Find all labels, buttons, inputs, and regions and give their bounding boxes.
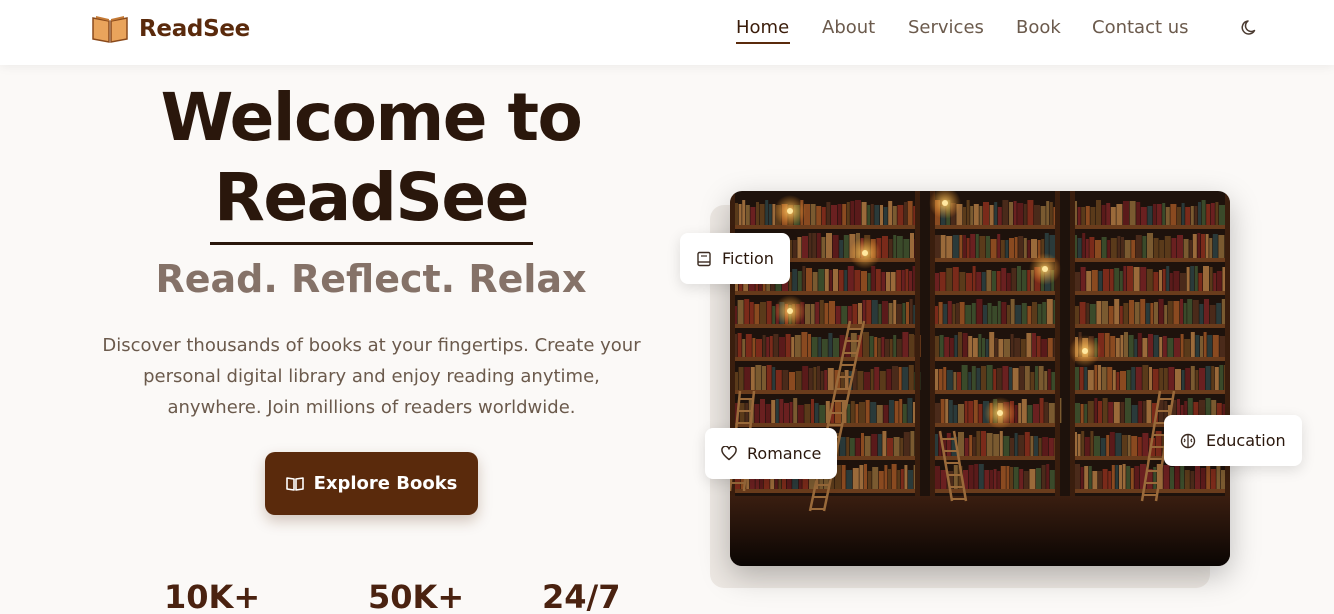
library-image: [730, 191, 1230, 566]
nav-link-home[interactable]: Home: [736, 17, 789, 38]
brain-icon: [1180, 433, 1196, 448]
title-underline: [210, 242, 533, 245]
navbar: ReadSee Home About Services Book Contact…: [0, 0, 1334, 65]
education-chip[interactable]: Education: [1164, 415, 1302, 466]
nav-link-about[interactable]: About: [822, 17, 875, 38]
heart-icon: [721, 446, 737, 461]
explore-books-label: Explore Books: [313, 473, 458, 494]
romance-chip[interactable]: Romance: [705, 428, 838, 479]
stat-books-value: 10K+: [164, 578, 261, 614]
hero-title-line1: Welcome to: [160, 79, 583, 156]
book-icon: [697, 251, 711, 266]
active-nav-indicator: [736, 42, 790, 44]
open-book-icon: [285, 476, 304, 491]
nav-link-contact[interactable]: Contact us: [1092, 17, 1189, 38]
explore-books-button[interactable]: Explore Books: [265, 452, 478, 515]
moon-icon[interactable]: [1240, 18, 1260, 38]
education-label: Education: [1206, 431, 1286, 450]
fiction-label: Fiction: [722, 249, 774, 268]
hero-title-line2: ReadSee: [214, 159, 529, 236]
brand-name: ReadSee: [139, 16, 250, 42]
brand-logo[interactable]: ReadSee: [91, 14, 250, 44]
nav-link-services[interactable]: Services: [908, 17, 984, 38]
romance-label: Romance: [747, 444, 822, 463]
hero-description: Discover thousands of books at your fing…: [102, 335, 641, 418]
nav-link-book[interactable]: Book: [1016, 17, 1061, 38]
fiction-chip[interactable]: Fiction: [680, 233, 790, 284]
stat-readers-value: 50K+: [368, 578, 465, 614]
hero-tagline: Read. Reflect. Relax: [155, 257, 587, 301]
stat-support-value: 24/7: [542, 578, 621, 614]
book-logo-icon: [92, 16, 128, 43]
